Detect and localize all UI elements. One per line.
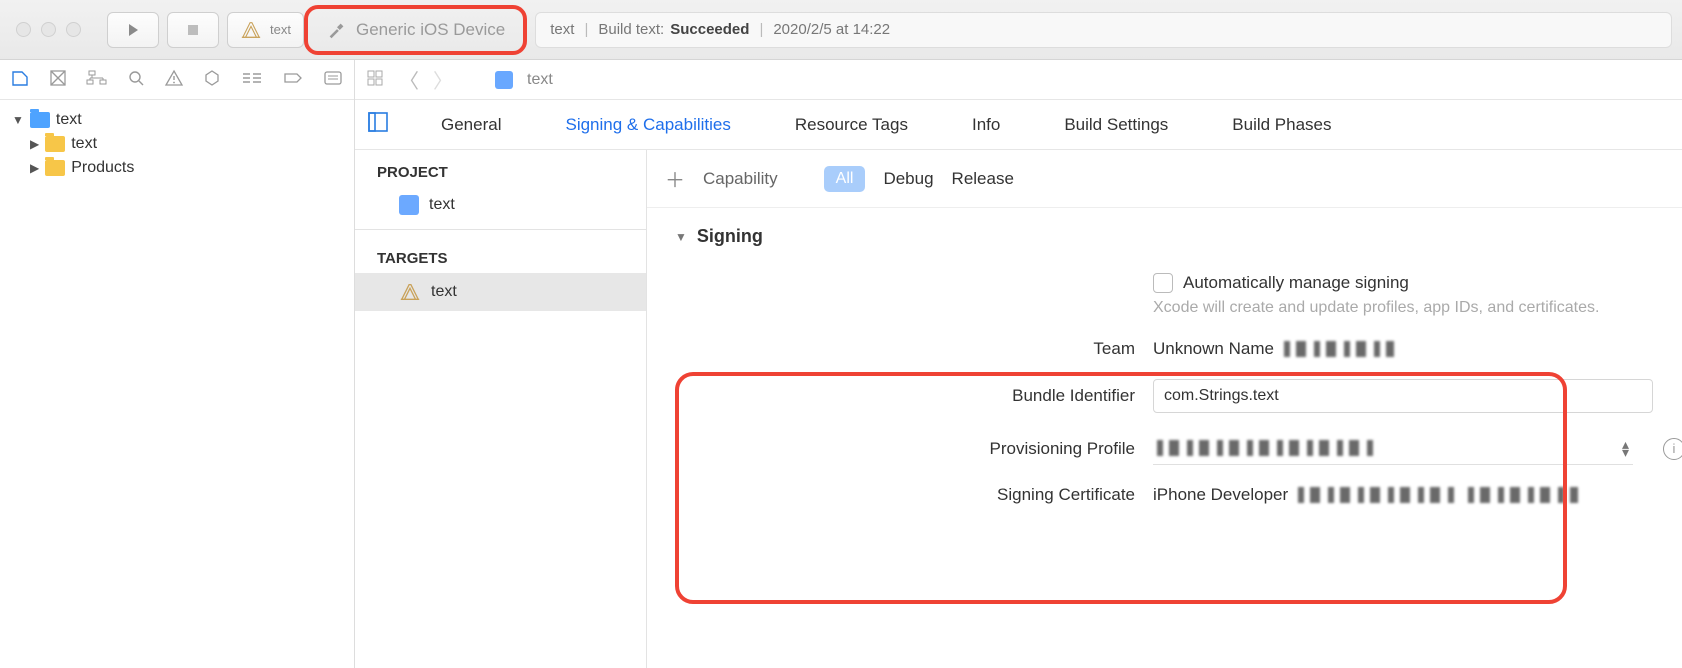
editor-layout-icon[interactable] <box>367 111 389 138</box>
tab-resource-tags[interactable]: Resource Tags <box>783 115 920 135</box>
signing-capabilities-content: ＋ Capability All Debug Release ▼ Signing <box>647 150 1682 668</box>
bundle-id-input[interactable]: com.Strings.text <box>1153 379 1653 413</box>
nav-forward-icon[interactable]: 〉 <box>433 65 453 94</box>
issue-navigator-icon[interactable] <box>164 68 184 91</box>
plus-icon[interactable]: ＋ <box>665 164 685 193</box>
target-icon <box>399 281 421 303</box>
section-project: PROJECT <box>355 150 646 187</box>
tab-signing-capabilities[interactable]: Signing & Capabilities <box>553 115 742 135</box>
device-label: Generic iOS Device <box>356 20 505 40</box>
target-icon <box>240 19 262 41</box>
project-item[interactable]: text <box>355 187 646 223</box>
editor-tabs: General Signing & Capabilities Resource … <box>355 100 1682 150</box>
add-capability-button[interactable]: Capability <box>703 169 778 189</box>
activity-status: text | Build text: Succeeded | 2020/2/5 … <box>535 12 1672 48</box>
project-icon <box>30 112 50 128</box>
tree-folder-products[interactable]: ▶ Products <box>6 156 348 180</box>
status-time: 2020/2/5 at 14:22 <box>773 21 890 38</box>
status-action: Build text: <box>598 21 664 38</box>
window-traffic-lights <box>16 22 81 37</box>
folder-icon <box>45 136 65 152</box>
signing-cert-label: Signing Certificate <box>915 485 1135 505</box>
auto-manage-signing-checkbox[interactable] <box>1153 273 1173 293</box>
filter-release[interactable]: Release <box>952 169 1014 189</box>
redacted-text <box>1468 487 1578 503</box>
editor-area: 〈 〉 text General Signing & Capabilities … <box>355 60 1682 668</box>
close-window-dot[interactable] <box>16 22 31 37</box>
related-items-icon[interactable] <box>365 68 385 91</box>
scheme-name: text <box>270 22 291 37</box>
project-icon <box>399 195 419 215</box>
signing-section-header[interactable]: ▼ Signing <box>675 226 1682 247</box>
target-item-label: text <box>431 283 457 301</box>
team-label: Team <box>915 339 1135 359</box>
tree-item-label: Products <box>71 159 134 177</box>
tree-folder-text[interactable]: ▶ text <box>6 132 348 156</box>
disclosure-triangle-icon[interactable]: ▶ <box>30 161 39 175</box>
project-targets-list: PROJECT text TARGETS text <box>355 150 647 668</box>
source-control-navigator-icon[interactable] <box>48 68 68 91</box>
signing-title: Signing <box>697 226 763 247</box>
nav-back-icon[interactable]: 〈 <box>399 65 419 94</box>
breakpoint-navigator-icon[interactable] <box>282 68 304 91</box>
filter-all[interactable]: All <box>824 166 866 192</box>
tab-build-settings[interactable]: Build Settings <box>1052 115 1180 135</box>
project-navigator-icon[interactable] <box>10 68 30 91</box>
provisioning-profile-select[interactable]: ▴▾ <box>1153 433 1633 465</box>
redacted-text <box>1298 487 1458 503</box>
redacted-text <box>1157 440 1377 456</box>
report-navigator-icon[interactable] <box>322 68 344 91</box>
project-icon <box>495 71 513 89</box>
disclosure-triangle-icon[interactable]: ▶ <box>30 137 39 151</box>
stop-button[interactable] <box>167 12 219 48</box>
target-item[interactable]: text <box>355 273 646 311</box>
redacted-text <box>1284 341 1394 357</box>
find-navigator-icon[interactable] <box>126 68 146 91</box>
bundle-id-value: com.Strings.text <box>1164 387 1279 405</box>
status-project: text <box>550 21 574 38</box>
navigator-sidebar: ▼ text ▶ text ▶ Products <box>0 60 355 668</box>
debug-navigator-icon[interactable] <box>240 68 264 91</box>
minimize-window-dot[interactable] <box>41 22 56 37</box>
device-selector[interactable]: Generic iOS Device <box>314 12 517 48</box>
tab-build-phases[interactable]: Build Phases <box>1220 115 1343 135</box>
team-value[interactable]: Unknown Name <box>1153 339 1274 359</box>
path-bar: 〈 〉 text <box>355 60 1682 100</box>
path-crumb[interactable]: text <box>527 71 553 89</box>
device-selector-highlight: Generic iOS Device <box>304 5 527 55</box>
hammer-icon <box>326 19 348 41</box>
folder-icon <box>45 160 65 176</box>
auto-manage-signing-hint: Xcode will create and update profiles, a… <box>1153 297 1599 319</box>
bundle-id-label: Bundle Identifier <box>915 386 1135 406</box>
signing-cert-value: iPhone Developer <box>1153 485 1288 505</box>
tree-project-root[interactable]: ▼ text <box>6 108 348 132</box>
tab-info[interactable]: Info <box>960 115 1012 135</box>
status-result: Succeeded <box>670 21 749 38</box>
navigator-selector-bar <box>0 60 354 100</box>
project-tree: ▼ text ▶ text ▶ Products <box>0 100 354 188</box>
scheme-selector[interactable]: text <box>227 12 304 48</box>
run-button[interactable] <box>107 12 159 48</box>
filter-debug[interactable]: Debug <box>883 169 933 189</box>
provisioning-profile-label: Provisioning Profile <box>915 439 1135 459</box>
toolbar: text Generic iOS Device text | Build tex… <box>0 0 1682 60</box>
project-item-label: text <box>429 196 455 214</box>
tree-item-label: text <box>71 135 97 153</box>
tab-general[interactable]: General <box>429 115 513 135</box>
disclosure-triangle-icon[interactable]: ▼ <box>675 230 687 244</box>
symbol-navigator-icon[interactable] <box>86 68 108 91</box>
auto-manage-signing-label: Automatically manage signing <box>1183 273 1409 293</box>
disclosure-triangle-icon[interactable]: ▼ <box>12 113 24 127</box>
section-targets: TARGETS <box>355 236 646 273</box>
test-navigator-icon[interactable] <box>202 68 222 91</box>
chevron-up-down-icon: ▴▾ <box>1622 440 1629 456</box>
info-icon[interactable]: i <box>1663 438 1682 460</box>
tree-project-label: text <box>56 111 82 129</box>
zoom-window-dot[interactable] <box>66 22 81 37</box>
capability-toolbar: ＋ Capability All Debug Release <box>647 150 1682 208</box>
